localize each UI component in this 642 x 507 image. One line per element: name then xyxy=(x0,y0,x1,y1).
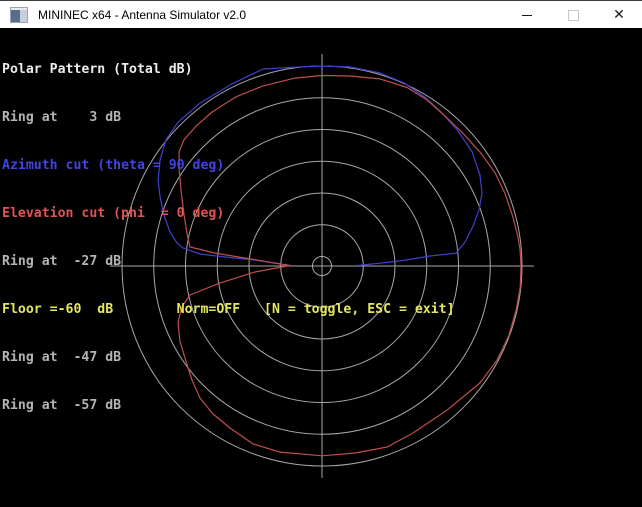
elevation-legend-line: Elevation cut (phi = 0 deg) xyxy=(2,206,225,221)
ring-label-57-line: Ring at -57 dB xyxy=(2,398,122,413)
window-title: MININEC x64 - Antenna Simulator v2.0 xyxy=(38,7,247,22)
minimize-button[interactable] xyxy=(504,1,550,29)
console-text: Polar Pattern (Total dB) Ring at 3 dB Az… xyxy=(2,30,455,446)
plot-title-line: Polar Pattern (Total dB) xyxy=(2,62,193,77)
minimize-icon xyxy=(522,14,532,16)
caption-buttons: ✕ xyxy=(504,1,642,28)
title-bar[interactable]: MININEC x64 - Antenna Simulator v2.0 ✕ xyxy=(0,0,642,28)
ring-label-47-line: Ring at -47 dB xyxy=(2,350,122,365)
maximize-icon xyxy=(567,9,579,21)
ring-label-outer-line: Ring at 3 dB xyxy=(2,110,122,125)
app-icon xyxy=(10,6,28,23)
floor-status-line: Floor =-60 dB Norm=OFF [N = toggle, ESC … xyxy=(2,302,455,317)
maximize-button[interactable] xyxy=(550,1,596,29)
close-icon: ✕ xyxy=(613,7,625,23)
app-window: MININEC x64 - Antenna Simulator v2.0 ✕ P… xyxy=(0,0,642,507)
azimuth-legend-line: Azimuth cut (theta = 90 deg) xyxy=(2,158,225,173)
close-button[interactable]: ✕ xyxy=(596,1,642,29)
ring-label-27-line: Ring at -27 dB xyxy=(2,254,122,269)
graphics-screen: Polar Pattern (Total dB) Ring at 3 dB Az… xyxy=(0,28,642,507)
